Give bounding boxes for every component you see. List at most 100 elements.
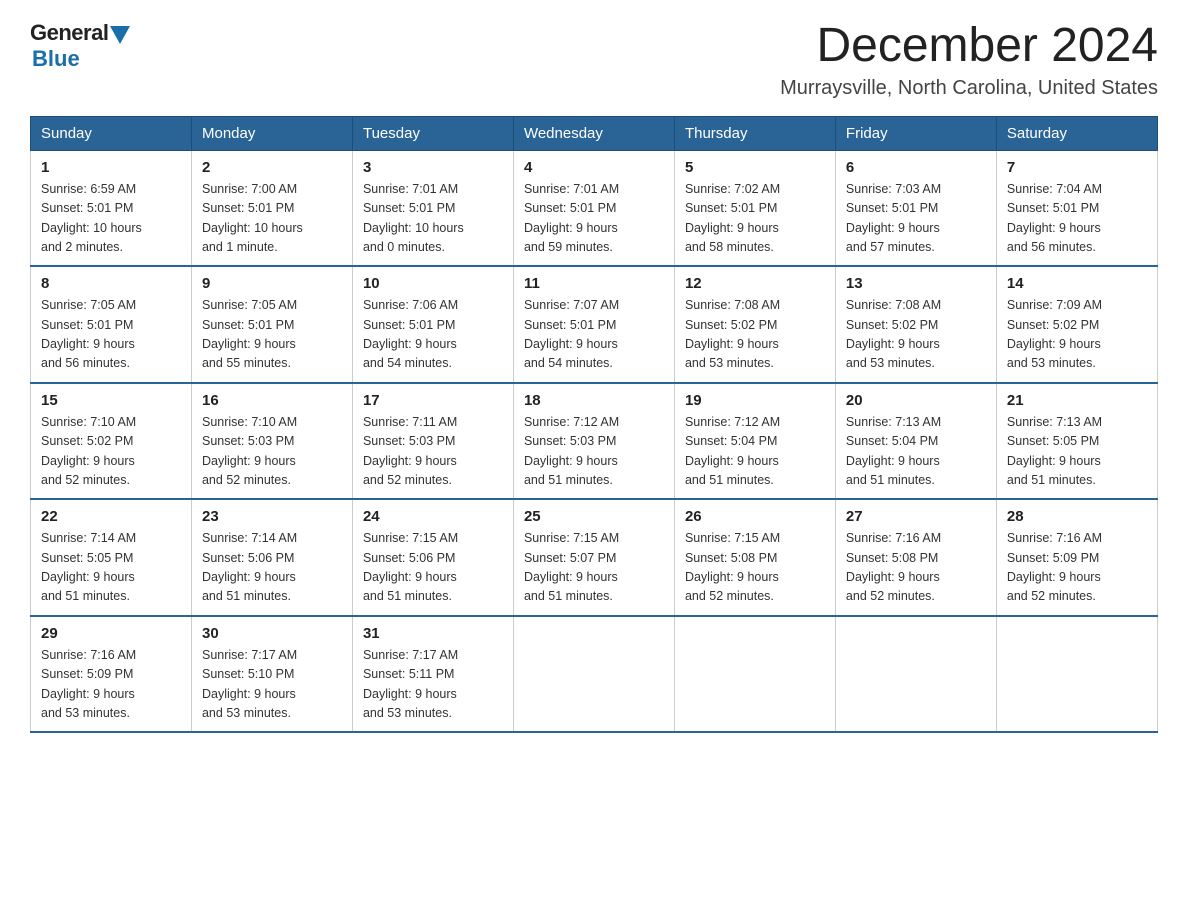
day-info: Sunrise: 7:16 AMSunset: 5:09 PMDaylight:… (1007, 529, 1147, 607)
day-number: 8 (41, 275, 181, 292)
weekday-header-tuesday: Tuesday (352, 116, 513, 150)
day-number: 1 (41, 159, 181, 176)
weekday-header-friday: Friday (835, 116, 996, 150)
calendar-week-row: 29Sunrise: 7:16 AMSunset: 5:09 PMDayligh… (31, 616, 1158, 733)
calendar-day-cell: 14 Sunrise: 7:09 AMSunset: 5:02 PMDayligh… (996, 266, 1157, 383)
calendar-day-cell: 2Sunrise: 7:00 AMSunset: 5:01 PMDaylight… (191, 150, 352, 266)
calendar-day-cell: 9Sunrise: 7:05 AMSunset: 5:01 PMDaylight… (191, 266, 352, 383)
calendar-title: December 2024 (780, 20, 1158, 73)
weekday-header-sunday: Sunday (31, 116, 192, 150)
calendar-day-cell: 11Sunrise: 7:07 AMSunset: 5:01 PMDayligh… (513, 266, 674, 383)
day-number: 16 (202, 392, 342, 409)
calendar-header: SundayMondayTuesdayWednesdayThursdayFrid… (31, 116, 1158, 150)
calendar-day-cell: 10 Sunrise: 7:06 AMSunset: 5:01 PMDayligh… (352, 266, 513, 383)
calendar-day-cell: 18 Sunrise: 7:12 AMSunset: 5:03 PMDayligh… (513, 383, 674, 500)
logo-general-text: General (30, 20, 108, 46)
day-info: Sunrise: 7:15 AMSunset: 5:07 PMDaylight:… (524, 529, 664, 607)
day-number: 15 (41, 392, 181, 409)
weekday-header-thursday: Thursday (674, 116, 835, 150)
day-info: Sunrise: 7:04 AMSunset: 5:01 PMDaylight:… (1007, 180, 1147, 258)
day-number: 22 (41, 508, 181, 525)
calendar-week-row: 1 Sunrise: 6:59 AMSunset: 5:01 PMDaylight… (31, 150, 1158, 266)
calendar-day-cell (996, 616, 1157, 733)
calendar-day-cell: 29Sunrise: 7:16 AMSunset: 5:09 PMDayligh… (31, 616, 192, 733)
calendar-day-cell: 24 Sunrise: 7:15 AMSunset: 5:06 PMDayligh… (352, 499, 513, 616)
day-number: 29 (41, 625, 181, 642)
day-number: 5 (685, 159, 825, 176)
day-info: Sunrise: 7:02 AMSunset: 5:01 PMDaylight:… (685, 180, 825, 258)
day-number: 28 (1007, 508, 1147, 525)
day-number: 7 (1007, 159, 1147, 176)
day-info: Sunrise: 7:13 AMSunset: 5:05 PMDaylight:… (1007, 413, 1147, 491)
calendar-day-cell (835, 616, 996, 733)
day-number: 20 (846, 392, 986, 409)
day-info: Sunrise: 7:08 AMSunset: 5:02 PMDaylight:… (685, 296, 825, 374)
day-number: 17 (363, 392, 503, 409)
day-number: 30 (202, 625, 342, 642)
calendar-day-cell: 7 Sunrise: 7:04 AMSunset: 5:01 PMDaylight… (996, 150, 1157, 266)
day-info: Sunrise: 7:17 AMSunset: 5:10 PMDaylight:… (202, 646, 342, 724)
day-number: 2 (202, 159, 342, 176)
calendar-day-cell: 31 Sunrise: 7:17 AMSunset: 5:11 PMDayligh… (352, 616, 513, 733)
day-info: Sunrise: 7:03 AMSunset: 5:01 PMDaylight:… (846, 180, 986, 258)
day-number: 31 (363, 625, 503, 642)
calendar-day-cell: 20 Sunrise: 7:13 AMSunset: 5:04 PMDayligh… (835, 383, 996, 500)
day-info: Sunrise: 7:15 AMSunset: 5:08 PMDaylight:… (685, 529, 825, 607)
calendar-day-cell: 1 Sunrise: 6:59 AMSunset: 5:01 PMDaylight… (31, 150, 192, 266)
weekday-header-wednesday: Wednesday (513, 116, 674, 150)
weekday-header-saturday: Saturday (996, 116, 1157, 150)
day-info: Sunrise: 7:14 AMSunset: 5:06 PMDaylight:… (202, 529, 342, 607)
calendar-day-cell: 8Sunrise: 7:05 AMSunset: 5:01 PMDaylight… (31, 266, 192, 383)
day-info: Sunrise: 7:09 AMSunset: 5:02 PMDaylight:… (1007, 296, 1147, 374)
day-info: Sunrise: 7:07 AMSunset: 5:01 PMDaylight:… (524, 296, 664, 374)
day-info: Sunrise: 7:10 AMSunset: 5:03 PMDaylight:… (202, 413, 342, 491)
day-number: 3 (363, 159, 503, 176)
day-info: Sunrise: 7:16 AMSunset: 5:08 PMDaylight:… (846, 529, 986, 607)
day-info: Sunrise: 7:01 AMSunset: 5:01 PMDaylight:… (524, 180, 664, 258)
calendar-day-cell: 21 Sunrise: 7:13 AMSunset: 5:05 PMDayligh… (996, 383, 1157, 500)
calendar-week-row: 8Sunrise: 7:05 AMSunset: 5:01 PMDaylight… (31, 266, 1158, 383)
calendar-day-cell: 16 Sunrise: 7:10 AMSunset: 5:03 PMDayligh… (191, 383, 352, 500)
day-info: Sunrise: 7:01 AMSunset: 5:01 PMDaylight:… (363, 180, 503, 258)
day-info: Sunrise: 7:12 AMSunset: 5:04 PMDaylight:… (685, 413, 825, 491)
day-number: 6 (846, 159, 986, 176)
logo-arrow-icon (110, 26, 130, 44)
logo-blue-text: Blue (32, 46, 80, 72)
calendar-day-cell: 4Sunrise: 7:01 AMSunset: 5:01 PMDaylight… (513, 150, 674, 266)
calendar-day-cell: 26 Sunrise: 7:15 AMSunset: 5:08 PMDayligh… (674, 499, 835, 616)
calendar-week-row: 15 Sunrise: 7:10 AMSunset: 5:02 PMDayligh… (31, 383, 1158, 500)
calendar-week-row: 22 Sunrise: 7:14 AMSunset: 5:05 PMDayligh… (31, 499, 1158, 616)
weekday-header-monday: Monday (191, 116, 352, 150)
calendar-body: 1 Sunrise: 6:59 AMSunset: 5:01 PMDaylight… (31, 150, 1158, 732)
day-info: Sunrise: 7:06 AMSunset: 5:01 PMDaylight:… (363, 296, 503, 374)
day-info: Sunrise: 7:11 AMSunset: 5:03 PMDaylight:… (363, 413, 503, 491)
calendar-day-cell: 12 Sunrise: 7:08 AMSunset: 5:02 PMDayligh… (674, 266, 835, 383)
day-info: Sunrise: 7:13 AMSunset: 5:04 PMDaylight:… (846, 413, 986, 491)
day-number: 25 (524, 508, 664, 525)
calendar-subtitle: Murraysville, North Carolina, United Sta… (780, 77, 1158, 100)
day-info: Sunrise: 7:10 AMSunset: 5:02 PMDaylight:… (41, 413, 181, 491)
calendar-day-cell: 13Sunrise: 7:08 AMSunset: 5:02 PMDayligh… (835, 266, 996, 383)
day-number: 10 (363, 275, 503, 292)
calendar-day-cell: 15 Sunrise: 7:10 AMSunset: 5:02 PMDayligh… (31, 383, 192, 500)
page-header: General Blue December 2024 Murraysville,… (30, 20, 1158, 100)
logo: General Blue (30, 20, 130, 72)
day-number: 26 (685, 508, 825, 525)
day-number: 21 (1007, 392, 1147, 409)
day-number: 14 (1007, 275, 1147, 292)
calendar-day-cell: 6 Sunrise: 7:03 AMSunset: 5:01 PMDaylight… (835, 150, 996, 266)
day-info: Sunrise: 6:59 AMSunset: 5:01 PMDaylight:… (41, 180, 181, 258)
day-number: 24 (363, 508, 503, 525)
day-number: 18 (524, 392, 664, 409)
calendar-day-cell (674, 616, 835, 733)
day-info: Sunrise: 7:15 AMSunset: 5:06 PMDaylight:… (363, 529, 503, 607)
day-info: Sunrise: 7:12 AMSunset: 5:03 PMDaylight:… (524, 413, 664, 491)
day-number: 12 (685, 275, 825, 292)
day-info: Sunrise: 7:14 AMSunset: 5:05 PMDaylight:… (41, 529, 181, 607)
calendar-day-cell: 17 Sunrise: 7:11 AMSunset: 5:03 PMDayligh… (352, 383, 513, 500)
day-number: 9 (202, 275, 342, 292)
calendar-day-cell: 5 Sunrise: 7:02 AMSunset: 5:01 PMDaylight… (674, 150, 835, 266)
title-area: December 2024 Murraysville, North Caroli… (780, 20, 1158, 100)
calendar-day-cell: 25 Sunrise: 7:15 AMSunset: 5:07 PMDayligh… (513, 499, 674, 616)
day-info: Sunrise: 7:17 AMSunset: 5:11 PMDaylight:… (363, 646, 503, 724)
